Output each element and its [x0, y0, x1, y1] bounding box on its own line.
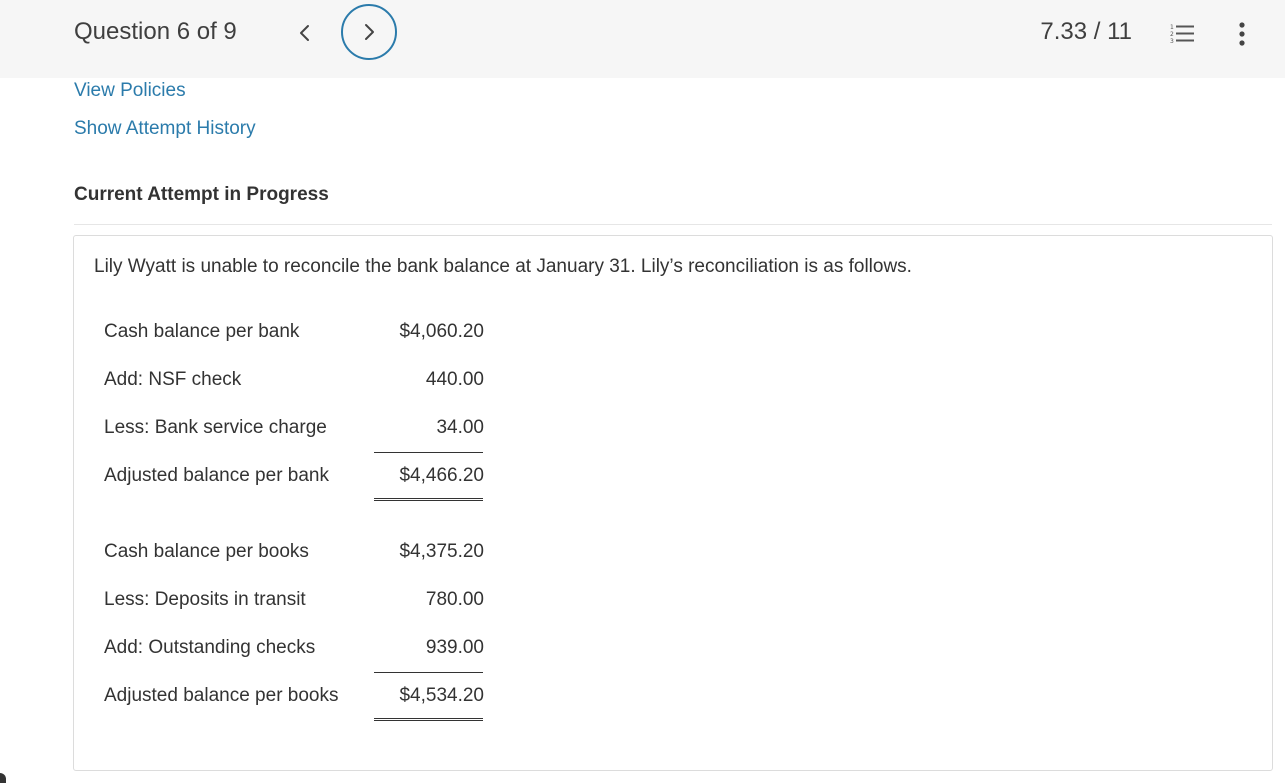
question-panel: Lily Wyatt is unable to reconcile the ba…: [73, 235, 1273, 771]
section-divider: [74, 224, 1272, 225]
question-counter: Question 6 of 9: [74, 18, 237, 45]
svg-text:1: 1: [1170, 24, 1174, 31]
bank-row-label: Less: Bank service charge: [104, 417, 327, 438]
edge-fragment: [0, 773, 6, 783]
svg-text:2: 2: [1170, 31, 1174, 38]
books-total-label: Adjusted balance per books: [104, 685, 339, 706]
subtotal-rule: [374, 672, 483, 673]
view-policies-link[interactable]: View Policies: [74, 80, 186, 102]
books-row-label: Less: Deposits in transit: [104, 589, 306, 610]
question-header: Question 6 of 9 7.33 / 11 1 2 3: [0, 0, 1285, 78]
bank-row-amount: 34.00: [436, 417, 484, 438]
books-row-amount: 780.00: [425, 589, 484, 610]
subtotal-rule: [374, 452, 483, 453]
show-attempt-history-link[interactable]: Show Attempt History: [74, 118, 256, 140]
more-options-button[interactable]: [1232, 20, 1252, 48]
bank-total-label: Adjusted balance per bank: [104, 465, 329, 486]
bank-row-amount: $4,060.20: [399, 321, 484, 342]
books-row-amount: 939.00: [425, 637, 484, 658]
bank-row-label: Add: NSF check: [104, 369, 242, 390]
svg-text:3: 3: [1170, 38, 1174, 45]
books-row-label: Cash balance per books: [104, 541, 309, 562]
books-total-amount: $4,534.20: [399, 685, 484, 706]
total-double-rule: [374, 718, 483, 721]
previous-question-button[interactable]: [291, 19, 319, 47]
next-question-button[interactable]: [341, 4, 397, 60]
vertical-ellipsis-icon: [1239, 22, 1245, 46]
numbered-list-icon: 1 2 3: [1170, 24, 1194, 45]
books-row-amount: $4,375.20: [399, 541, 484, 562]
chevron-right-icon: [365, 24, 374, 40]
total-double-rule: [374, 498, 483, 501]
bank-row-amount: 440.00: [425, 369, 484, 390]
chevron-left-icon: [300, 25, 309, 41]
bank-row-label: Cash balance per bank: [104, 321, 300, 342]
question-prompt: Lily Wyatt is unable to reconcile the ba…: [94, 256, 912, 277]
attempt-status-heading: Current Attempt in Progress: [74, 184, 329, 205]
score-display: 7.33 / 11: [1040, 18, 1132, 45]
question-list-button[interactable]: 1 2 3: [1168, 22, 1196, 46]
bank-total-amount: $4,466.20: [399, 465, 484, 486]
books-row-label: Add: Outstanding checks: [104, 637, 316, 658]
